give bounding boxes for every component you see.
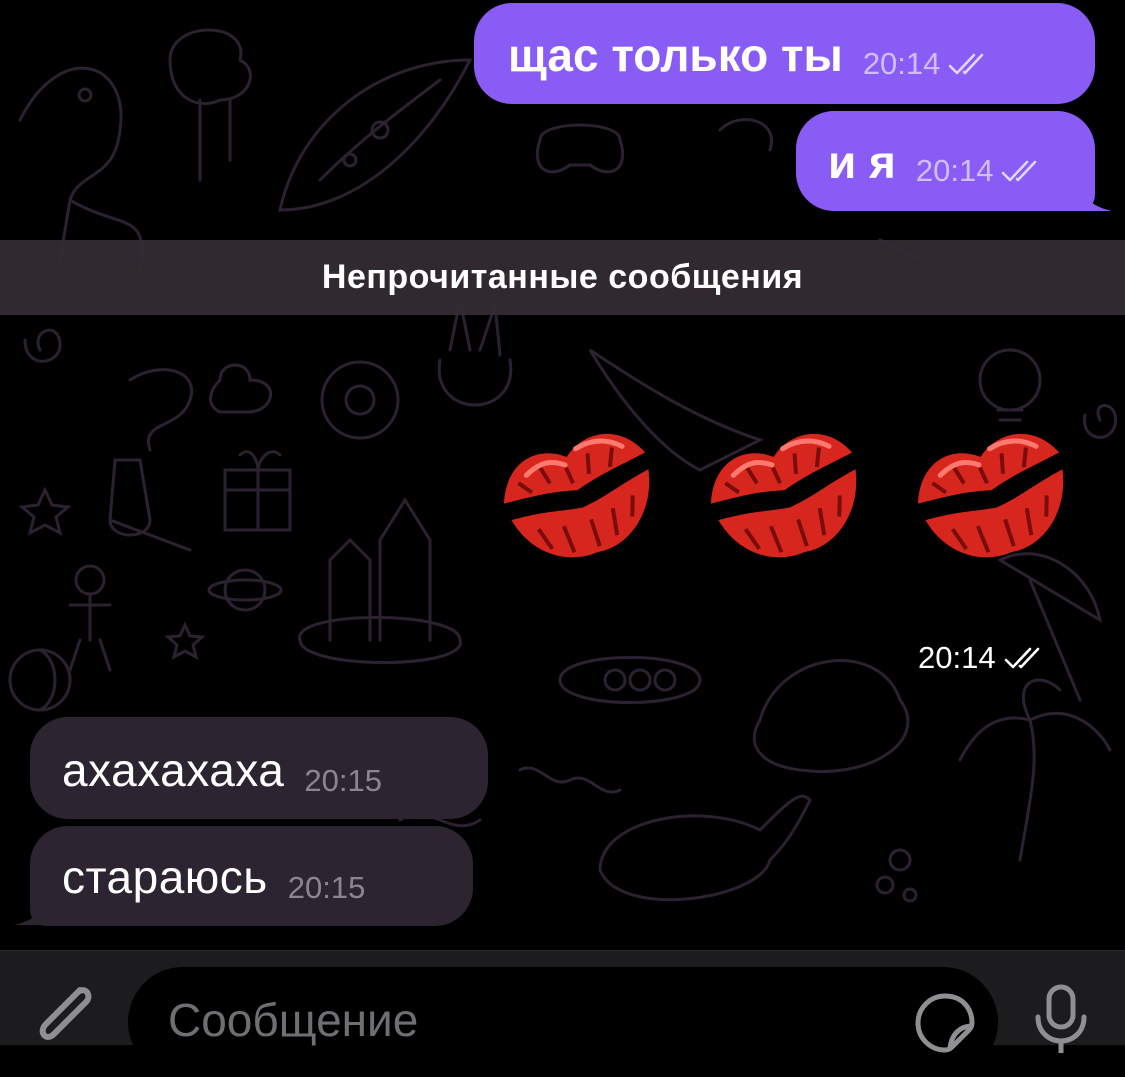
incoming-message[interactable]: ахахахаха 20:15 <box>30 717 488 819</box>
message-meta: 20:15 <box>304 763 382 799</box>
bubble-tail <box>1078 185 1112 211</box>
message-input[interactable] <box>166 989 870 1051</box>
message-text: стараюсь <box>62 851 268 903</box>
bubble-tail <box>14 899 48 925</box>
kiss-mark-emoji <box>917 433 1064 558</box>
message-time: 20:14 <box>862 46 941 81</box>
unread-divider-label: Непрочитанные сообщения <box>321 258 804 296</box>
sticker-time: 20:14 <box>918 640 996 675</box>
paperclip-icon[interactable] <box>28 984 98 1044</box>
message-field[interactable] <box>128 967 998 1077</box>
message-time: 20:15 <box>287 870 366 905</box>
message-meta: 20:15 <box>288 870 366 906</box>
message-time: 20:15 <box>304 763 382 798</box>
incoming-message[interactable]: стараюсь 20:15 <box>30 826 473 926</box>
microphone-icon[interactable] <box>1030 983 1092 1053</box>
unread-messages-divider: Непрочитанные сообщения <box>0 240 1125 315</box>
kiss-mark-emoji <box>710 433 857 558</box>
double-check-icon <box>1002 160 1037 182</box>
outgoing-message[interactable]: щас только ты 20:14 <box>474 3 1095 104</box>
message-text: ахахахаха <box>62 744 285 796</box>
message-meta: 20:14 <box>916 153 1044 189</box>
message-text: щас только ты <box>508 29 843 81</box>
message-text: и я <box>828 136 896 188</box>
message-meta: 20:14 <box>863 46 991 82</box>
double-check-icon <box>949 53 984 75</box>
sticker-icon[interactable] <box>912 990 978 1056</box>
kiss-mark-emoji <box>503 433 650 558</box>
double-check-icon <box>1004 647 1039 669</box>
message-time: 20:14 <box>915 153 994 188</box>
outgoing-message[interactable]: и я 20:14 <box>796 111 1095 211</box>
sticker-meta: 20:14 <box>918 640 1046 676</box>
